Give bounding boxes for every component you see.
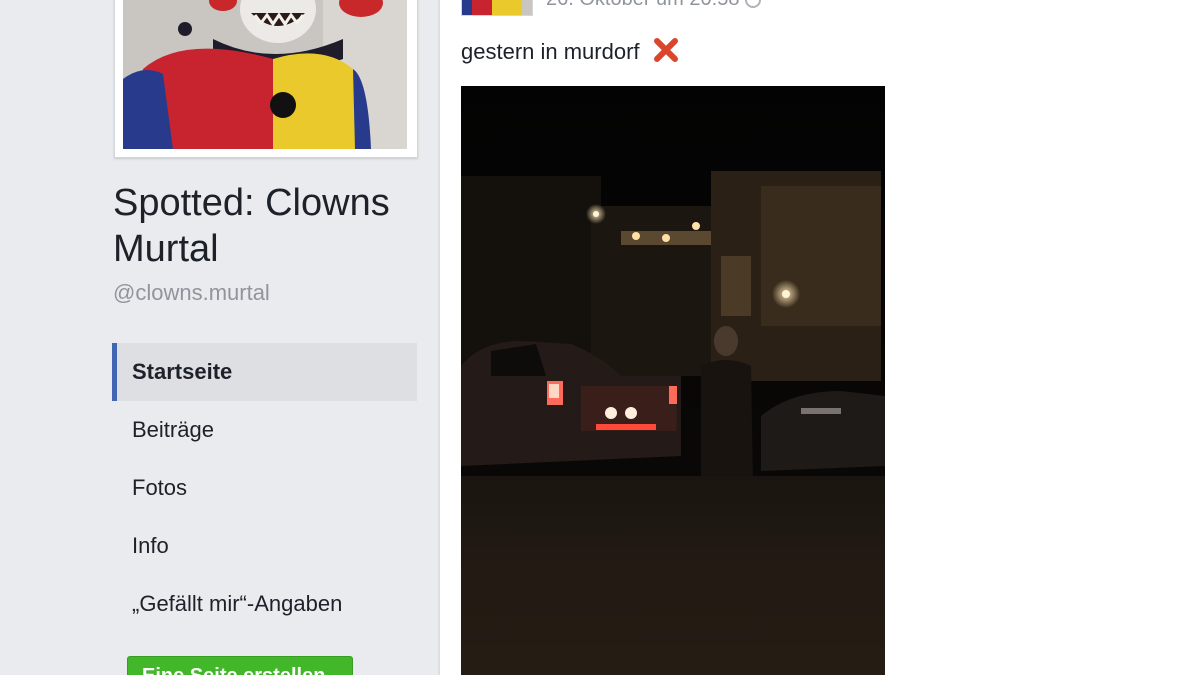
profile-picture[interactable] (123, 0, 407, 149)
nav-item-label: Info (132, 533, 169, 558)
post-photo[interactable] (461, 86, 885, 675)
nav-item-label: „Gefällt mir“-Angaben (132, 591, 343, 616)
post-author-avatar[interactable] (461, 0, 533, 16)
page-name[interactable]: Spotted: Clowns Murtal (113, 180, 433, 272)
globe-icon[interactable] (745, 0, 762, 8)
profile-picture-frame[interactable] (114, 0, 418, 158)
nav-item-label: Fotos (132, 475, 188, 500)
nav-item-startseite[interactable]: Startseite (112, 343, 417, 401)
avatar-image (462, 0, 532, 15)
nav-item-info[interactable]: Info (112, 517, 417, 575)
page-navigation: Startseite Beiträge Fotos Info „Gefällt … (112, 343, 417, 633)
nav-item-label: Startseite (132, 359, 233, 384)
page-handle[interactable]: @clowns.murtal (113, 280, 270, 306)
nav-item-beitraege[interactable]: Beiträge (112, 401, 417, 459)
create-page-button[interactable]: Eine Seite erstellen (127, 656, 353, 675)
nav-item-likes[interactable]: „Gefällt mir“-Angaben (112, 575, 417, 633)
post-text: gestern in murdorf (461, 36, 680, 70)
nav-item-fotos[interactable]: Fotos (112, 459, 417, 517)
cross-mark-icon (652, 36, 680, 70)
night-parking-lot-photo (461, 86, 885, 675)
nav-item-label: Beiträge (132, 417, 214, 442)
post-timestamp[interactable]: 26. Oktober um 20:58 (546, 0, 739, 10)
post-message: gestern in murdorf (461, 38, 640, 64)
post-meta: 26. Oktober um 20:58 (546, 0, 762, 11)
clown-photo (123, 0, 407, 149)
